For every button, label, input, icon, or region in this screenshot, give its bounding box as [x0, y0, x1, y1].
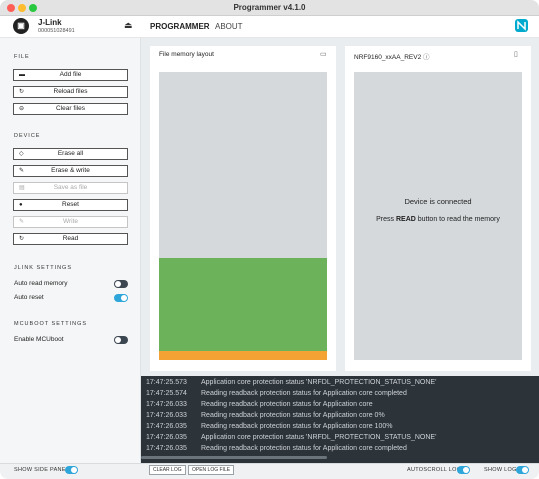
nordic-logo-icon [515, 19, 528, 32]
file-memory-app-region[interactable] [159, 258, 327, 351]
log-message: Reading readback protection status for A… [201, 401, 373, 408]
device-memory-title: NRF9160_xxAA_REV2 ⓘ [354, 51, 430, 61]
close-window-button[interactable] [7, 4, 15, 12]
log-entry: 17:47:26.035 Application core protection … [146, 434, 436, 441]
save-as-file-button[interactable]: ▤ Save as file [13, 182, 128, 194]
log-message: Reading readback protection status for A… [201, 445, 407, 452]
auto-read-memory-toggle[interactable] [114, 280, 128, 288]
folder-icon: ▬ [19, 72, 25, 78]
log-time: 17:47:26.033 [146, 401, 187, 408]
mcuboot-settings-heading: MCUBOOT SETTINGS [14, 321, 88, 327]
log-time: 17:47:26.035 [146, 445, 187, 452]
reload-icon: ↻ [19, 89, 25, 95]
read-label: Read [62, 235, 79, 242]
auto-reset-toggle[interactable] [114, 294, 128, 302]
erase-all-button[interactable]: ◇ Erase all [13, 148, 128, 160]
refresh-icon: ↻ [19, 236, 25, 242]
log-horizontal-scrollbar[interactable] [141, 456, 327, 459]
log-message: Reading readback protection status for A… [201, 423, 393, 430]
log-message: Application core protection status 'NRFD… [201, 434, 437, 441]
app-header [0, 16, 539, 38]
show-log-label: SHOW LOG [484, 467, 517, 473]
write-label: Write [62, 218, 79, 225]
write-button[interactable]: ✎ Write [13, 216, 128, 228]
zoom-window-button[interactable] [29, 4, 37, 12]
app-window: Programmer v4.1.0 ▣ J-Link 000051028491 … [0, 0, 539, 479]
device-connected-message: Device is connected [404, 197, 472, 206]
clear-log-button[interactable]: CLEAR LOG [149, 465, 186, 475]
erase-all-label: Erase all [57, 150, 84, 157]
log-time: 17:47:26.035 [146, 434, 187, 441]
log-entry: 17:47:26.033 Reading readback protection … [146, 412, 385, 419]
show-side-panel-label: SHOW SIDE PANEL [14, 467, 70, 473]
auto-reset-label: Auto reset [14, 294, 44, 301]
chip-icon[interactable]: ▣ [13, 18, 29, 34]
log-entry: 17:47:26.035 Reading readback protection … [146, 423, 392, 430]
minus-circle-icon: ⊖ [19, 106, 25, 112]
log-time: 17:47:26.033 [146, 412, 187, 419]
log-panel[interactable]: 17:47:25.573 Application core protection … [141, 376, 539, 463]
jlink-settings-heading: JLINK SETTINGS [14, 265, 73, 271]
side-panel [0, 38, 141, 464]
read-hint-bold: READ [395, 216, 416, 223]
log-message: Reading readback protection status for A… [201, 412, 385, 419]
chip-outline-icon: ▯ [514, 51, 518, 58]
device-serial: 000051028491 [38, 28, 75, 34]
show-log-toggle[interactable] [516, 466, 529, 474]
open-log-file-button[interactable]: OPEN LOG FILE [188, 465, 235, 475]
folder-icon[interactable]: ▭ [320, 50, 327, 58]
auto-read-memory-label: Auto read memory [14, 280, 68, 287]
file-memory-empty-region [159, 72, 327, 258]
clear-files-label: Clear files [56, 105, 85, 112]
window-title: Programmer v4.1.0 [233, 3, 306, 12]
add-file-button[interactable]: ▬ Add file [13, 69, 128, 81]
pencil-icon: ✎ [19, 168, 25, 174]
save-icon: ▤ [19, 185, 25, 191]
title-bar: Programmer v4.1.0 [0, 0, 539, 16]
reset-label: Reset [62, 201, 79, 208]
log-entry: 17:47:26.035 Reading readback protection … [146, 445, 407, 452]
autoscroll-log-label: AUTOSCROLL LOG [407, 467, 462, 473]
dot-icon: ● [19, 202, 23, 208]
show-side-panel-toggle[interactable] [65, 466, 78, 474]
log-time: 17:47:25.574 [146, 390, 187, 397]
reload-files-button[interactable]: ↻ Reload files [13, 86, 128, 98]
log-message: Application core protection status 'NRFD… [201, 379, 437, 386]
tab-programmer[interactable]: PROGRAMMER [150, 22, 210, 31]
enable-mcuboot-toggle[interactable] [114, 336, 128, 344]
log-entry: 17:47:26.033 Reading readback protection … [146, 401, 373, 408]
autoscroll-log-toggle[interactable] [457, 466, 470, 474]
file-memory-title: File memory layout [159, 51, 214, 58]
reset-button[interactable]: ● Reset [13, 199, 128, 211]
file-memory-mbr-region[interactable] [159, 351, 327, 360]
device-model-label: NRF9160_xxAA_REV2 [354, 54, 422, 61]
add-file-label: Add file [59, 71, 82, 78]
log-entry: 17:47:25.574 Reading readback protection … [146, 390, 407, 397]
log-message: Reading readback protection status for A… [201, 390, 407, 397]
erase-write-label: Erase & write [51, 167, 90, 174]
pencil-icon: ✎ [19, 219, 25, 225]
read-hint-suffix: button to read the memory [415, 216, 500, 223]
read-button[interactable]: ↻ Read [13, 233, 128, 245]
device-section-heading: DEVICE [14, 133, 41, 139]
file-section-heading: FILE [14, 54, 30, 60]
log-time: 17:47:25.573 [146, 379, 187, 386]
clear-files-button[interactable]: ⊖ Clear files [13, 103, 128, 115]
eraser-icon: ◇ [19, 151, 24, 157]
save-as-file-label: Save as file [53, 184, 88, 191]
device-name[interactable]: J-Link [38, 18, 62, 27]
read-hint-prefix: Press [376, 216, 396, 223]
enable-mcuboot-label: Enable MCUboot [14, 336, 64, 343]
log-time: 17:47:26.035 [146, 423, 187, 430]
reload-files-label: Reload files [53, 88, 88, 95]
info-icon[interactable]: ⓘ [423, 54, 430, 61]
tab-about[interactable]: ABOUT [215, 22, 243, 31]
read-hint-message: Press READ button to read the memory [354, 216, 522, 223]
minimize-window-button[interactable] [18, 4, 26, 12]
eject-icon[interactable]: ⏏ [124, 20, 133, 31]
erase-write-button[interactable]: ✎ Erase & write [13, 165, 128, 177]
log-entry: 17:47:25.573 Application core protection … [146, 379, 436, 386]
